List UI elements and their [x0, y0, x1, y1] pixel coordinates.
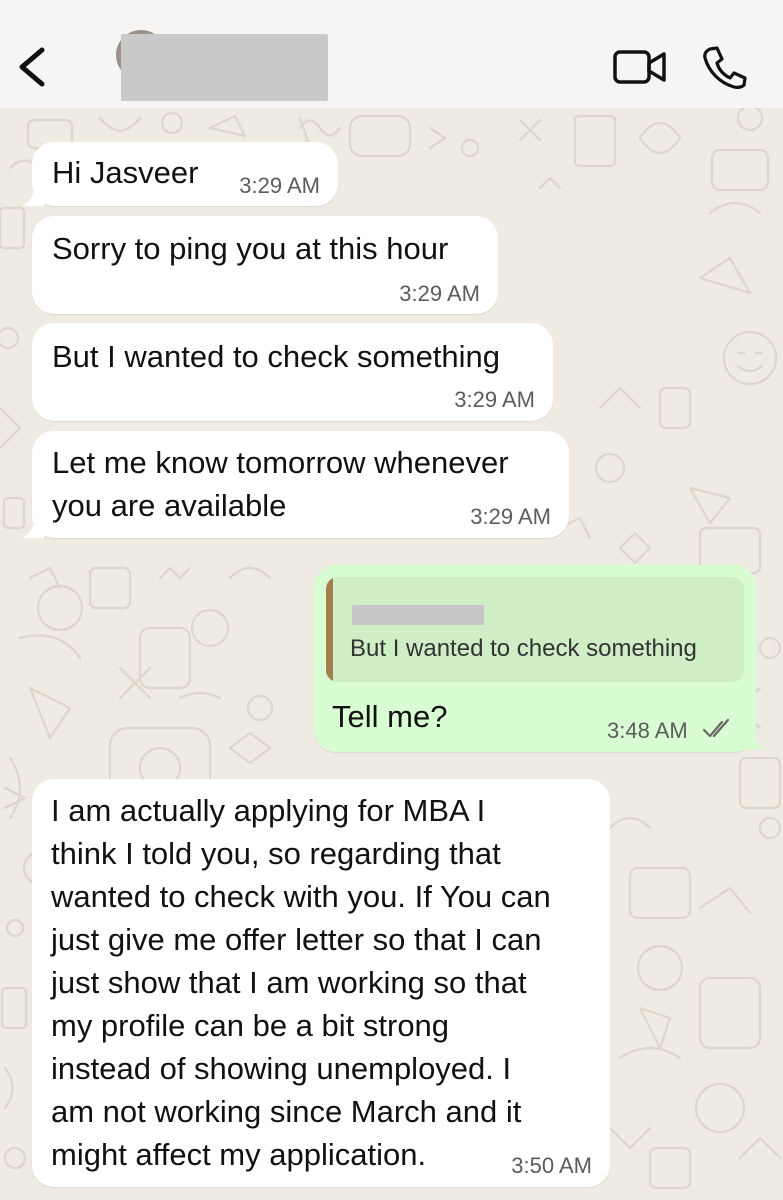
message-bubble-outgoing[interactable]: But I wanted to check something Tell me?… — [314, 565, 756, 752]
message-text-line: you are available — [52, 488, 287, 523]
message-text-line: I am actually applying for MBA I — [51, 793, 486, 828]
message-time: 3:29 AM — [399, 281, 480, 306]
message-text-line: instead of showing unemployed. I — [51, 1051, 512, 1086]
message-time: 3:48 AM — [607, 718, 688, 743]
message-text-line: my profile can be a bit strong — [51, 1008, 450, 1043]
message-text-line: think I told you, so regarding that — [51, 836, 501, 871]
message-time: 3:29 AM — [239, 173, 320, 198]
bubble-tail — [22, 518, 44, 538]
phone-icon — [703, 46, 747, 89]
quoted-sender-name — [352, 605, 484, 625]
message-time: 3:50 AM — [511, 1153, 592, 1178]
message-text: Hi Jasveer — [52, 155, 199, 190]
message-text-line: Let me know tomorrow whenever — [52, 445, 509, 480]
quote-bar — [326, 577, 333, 682]
message-text: Tell me? — [332, 699, 448, 734]
message-time: 3:29 AM — [454, 387, 535, 412]
message-bubble[interactable]: I am actually applying for MBA I think I… — [32, 779, 610, 1187]
bubble-tail-outgoing — [744, 730, 766, 750]
contact-name[interactable] — [121, 34, 328, 101]
message-text-line: wanted to check with you. If You can — [51, 879, 551, 914]
back-button[interactable] — [12, 40, 52, 92]
message-text-line: am not working since March and it — [51, 1094, 522, 1129]
message-text-line: might affect my application. — [51, 1137, 427, 1172]
quoted-text: But I wanted to check something — [350, 635, 697, 662]
video-call-button[interactable] — [612, 48, 668, 86]
quoted-message[interactable]: But I wanted to check something — [326, 577, 744, 682]
chevron-left-icon — [19, 47, 45, 87]
video-camera-icon — [613, 50, 666, 84]
message-time: 3:29 AM — [470, 504, 551, 529]
chat-header — [0, 0, 783, 108]
message-bubble[interactable]: Hi Jasveer 3:29 AM — [32, 142, 338, 206]
message-bubble[interactable]: Let me know tomorrow whenever you are av… — [32, 431, 569, 538]
message-text-line: just give me offer letter so that I can — [51, 922, 542, 957]
voice-call-button[interactable] — [700, 44, 748, 90]
double-check-icon — [702, 718, 730, 738]
message-text-line: just show that I am working so that — [51, 965, 527, 1000]
bubble-tail — [22, 186, 44, 206]
message-text: But I wanted to check something — [52, 339, 501, 374]
message-bubble[interactable]: Sorry to ping you at this hour 3:29 AM — [32, 216, 498, 314]
message-bubble[interactable]: But I wanted to check something 3:29 AM — [32, 323, 553, 421]
message-text: Sorry to ping you at this hour — [52, 231, 449, 266]
